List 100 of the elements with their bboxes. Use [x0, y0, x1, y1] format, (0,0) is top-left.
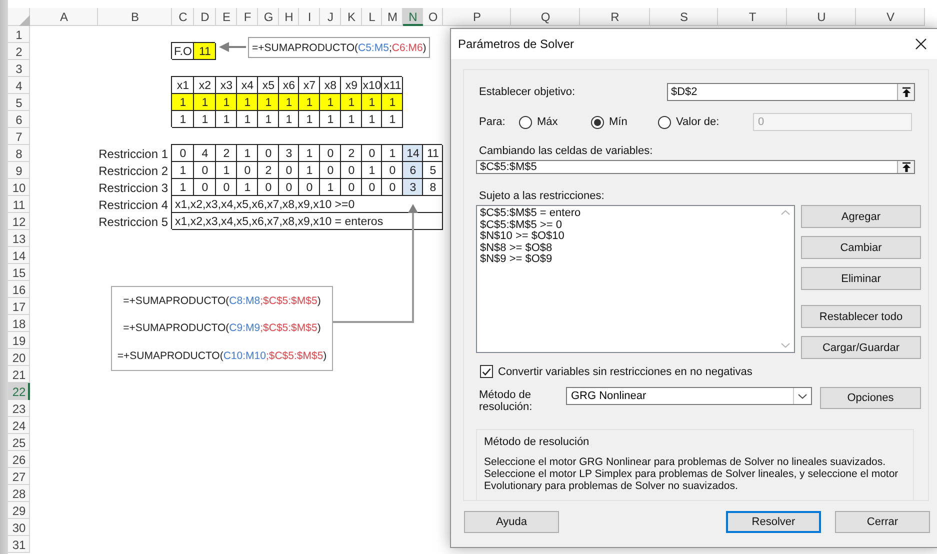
options-button[interactable]: Opciones — [820, 387, 921, 409]
field-label: Sujeto a las restricciones: — [478, 190, 606, 202]
action-button[interactable]: Eliminar — [801, 267, 921, 290]
row-header[interactable]: 2 — [8, 43, 30, 60]
radio-button[interactable] — [658, 116, 671, 128]
table-cell: 0 — [320, 145, 341, 162]
table-cell: 0 — [237, 162, 258, 179]
list-item[interactable]: $N$8 >= $O$8 — [480, 242, 774, 254]
row-header[interactable]: 4 — [8, 77, 30, 94]
range-select-button[interactable] — [897, 84, 914, 100]
column-header[interactable]: U — [787, 8, 856, 26]
row-header[interactable]: 18 — [8, 315, 30, 332]
checkbox[interactable] — [480, 365, 493, 378]
variables-field[interactable]: $C$5:$M$5 — [476, 160, 915, 174]
formula-box: =+SUMAPRODUCTO(C5:M5;C6:M6) — [248, 37, 430, 58]
dialog-button[interactable]: Cerrar — [835, 511, 930, 533]
action-button[interactable]: Cargar/Guardar — [801, 336, 921, 359]
row-header[interactable]: 19 — [8, 332, 30, 349]
table-cell: 0 — [382, 162, 403, 179]
row-header[interactable]: 1 — [8, 26, 30, 43]
table-cell: 0 — [299, 179, 320, 196]
column-header[interactable]: I — [299, 8, 320, 26]
constraints-list[interactable]: $C$5:$M$5 = entero $C$5:$M$5 >= 0 $N$10 >= $O$10 $N$8 >= $O$8 $N$9 >= $O$9 — [476, 205, 795, 353]
table-cell: x11 — [382, 77, 403, 94]
column-header[interactable]: C — [172, 8, 194, 26]
row-header[interactable]: 24 — [8, 417, 30, 434]
objective-field[interactable]: $D$2 — [667, 83, 915, 101]
column-header[interactable]: E — [216, 8, 237, 26]
range-select-button[interactable] — [897, 161, 914, 173]
column-header[interactable]: A — [30, 8, 98, 26]
row-header[interactable]: 20 — [8, 349, 30, 366]
row-header[interactable]: 14 — [8, 247, 30, 264]
row-header[interactable]: 8 — [8, 145, 30, 162]
row-header[interactable]: 3 — [8, 60, 30, 77]
row-header[interactable]: 5 — [8, 94, 30, 111]
row-header[interactable]: 12 — [8, 213, 30, 230]
column-header[interactable]: R — [580, 8, 650, 26]
column-header[interactable]: K — [341, 8, 362, 26]
column-header[interactable]: B — [98, 8, 172, 26]
table-cell: 5 — [423, 162, 443, 179]
action-button[interactable]: Restablecer todo — [801, 305, 921, 328]
column-header[interactable]: S — [650, 8, 718, 26]
list-item[interactable]: $C$5:$M$5 >= 0 — [480, 220, 774, 231]
column-header[interactable]: O — [423, 8, 443, 26]
row-header[interactable]: 22 — [8, 383, 30, 400]
column-header[interactable]: D — [194, 8, 216, 26]
radio-button[interactable] — [591, 116, 604, 128]
table-cell: 11 — [423, 145, 443, 162]
list-item[interactable]: $N$9 >= $O$9 — [480, 254, 774, 266]
table-cell: 1 — [172, 94, 194, 111]
column-header[interactable]: L — [362, 8, 382, 26]
field-label: Cambiando las celdas de variables: — [478, 145, 654, 157]
row-header[interactable]: 27 — [8, 468, 30, 485]
row-header[interactable]: 21 — [8, 366, 30, 383]
radio-button[interactable] — [519, 116, 532, 128]
table-cell: 1 — [237, 94, 258, 111]
row-header[interactable]: 6 — [8, 111, 30, 128]
table-cell: 1 — [299, 145, 320, 162]
row-header[interactable]: 10 — [8, 179, 30, 196]
formula-text: =+SUMAPRODUCTO(C10:M10;$C$5:$M$5) — [117, 349, 327, 364]
row-header[interactable]: 26 — [8, 451, 30, 468]
row-header[interactable]: 7 — [8, 128, 30, 145]
close-button[interactable] — [915, 38, 927, 50]
row-header[interactable]: 31 — [8, 536, 30, 553]
list-item[interactable]: $N$10 >= $O$10 — [480, 231, 774, 242]
column-header[interactable]: G — [258, 8, 279, 26]
table-cell: 1 — [258, 111, 279, 128]
info-text: Seleccione el motor GRG Nonlinear para problemas de Solver no lineales suavizados. Seleccione el motor LP Simplex para problemas de Solver lineales, y seleccione el motor Evolutionary para problemas de Solver no suavizados. — [484, 456, 900, 492]
table-cell: x9 — [341, 77, 362, 94]
action-button[interactable]: Agregar — [801, 205, 921, 228]
row-header[interactable]: 28 — [8, 485, 30, 502]
row-header[interactable]: 15 — [8, 264, 30, 281]
row-header[interactable]: 29 — [8, 502, 30, 519]
column-header[interactable]: Q — [511, 8, 580, 26]
table-cell: 4 — [194, 145, 216, 162]
column-header[interactable]: P — [443, 8, 511, 26]
column-header[interactable]: T — [718, 8, 787, 26]
method-dropdown[interactable]: GRG Nonlinear — [566, 387, 812, 405]
row-header[interactable]: 13 — [8, 230, 30, 247]
dialog-button[interactable]: Resolver — [726, 511, 821, 533]
column-header[interactable]: F — [237, 8, 258, 26]
list-item[interactable]: $C$5:$M$5 = entero — [480, 208, 774, 220]
row-header[interactable]: 9 — [8, 162, 30, 179]
help-button[interactable]: Ayuda — [464, 511, 559, 533]
row-header[interactable]: 25 — [8, 434, 30, 451]
column-header[interactable]: N — [403, 8, 423, 26]
action-button[interactable]: Cambiar — [801, 236, 921, 259]
table-cell: 1 — [172, 162, 194, 179]
row-header[interactable]: 16 — [8, 281, 30, 298]
row-header[interactable]: 11 — [8, 196, 30, 213]
row-header[interactable]: 17 — [8, 298, 30, 315]
radio-label: Valor de: — [676, 116, 720, 128]
column-header[interactable]: J — [320, 8, 341, 26]
column-header[interactable]: M — [382, 8, 403, 26]
column-header[interactable]: H — [279, 8, 299, 26]
row-header[interactable]: 30 — [8, 519, 30, 536]
row-header[interactable]: 23 — [8, 400, 30, 417]
table-cell: 0 — [258, 145, 279, 162]
table-cell: 1 — [382, 145, 403, 162]
column-header[interactable]: V — [856, 8, 925, 26]
